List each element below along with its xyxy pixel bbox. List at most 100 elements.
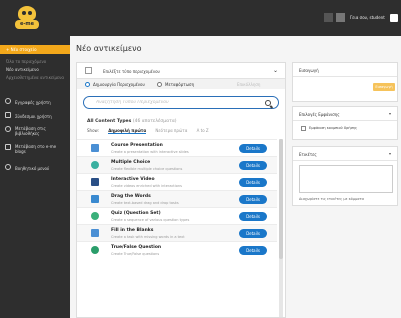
content-type-dropdown[interactable]: Επιλέξτε τύπο περιεχομένου ⌄ <box>77 63 285 79</box>
top-bar: e-me Γεια σου, student <box>0 0 401 36</box>
filter-popular[interactable]: Δημοφιλή πρώτα <box>108 128 147 134</box>
list-item[interactable]: Drag the Words Create text-based drag an… <box>77 190 277 207</box>
main-content: Νέο αντικείμενο Επιλέξτε τύπο περιεχομέν… <box>70 36 401 318</box>
sidebar-item-links[interactable]: Σύνδεσμοι χρήστη <box>15 114 65 119</box>
item-description: Create a sequence of various question ty… <box>111 218 190 222</box>
page-title: Νέο αντικείμενο <box>76 44 142 53</box>
multiple-choice-icon <box>91 161 99 169</box>
sidebar-new-item[interactable]: + Νέο στοιχείο <box>0 45 70 54</box>
divider <box>293 120 397 121</box>
content-types-count: (46 αποτελέσματα) <box>132 119 177 124</box>
grid-icon[interactable] <box>324 13 333 22</box>
logo-mascot-icon <box>18 6 36 21</box>
divider <box>293 160 397 161</box>
mode-radio-group: Δημιουργία Περιεχομένου Μεταφόρτωση Επικ… <box>77 79 285 89</box>
display-use-label: Εμφάνιση κουμπιού Χρήσης <box>309 126 358 130</box>
e-me-logo[interactable]: e-me <box>12 6 42 30</box>
item-title: Course Presentation <box>111 143 163 148</box>
scroll-thumb[interactable] <box>279 139 283 259</box>
details-button[interactable]: Details <box>239 178 267 187</box>
info-icon <box>5 98 11 104</box>
presentation-icon <box>91 144 99 152</box>
list-item[interactable]: Course Presentation Create a presentatio… <box>77 139 277 156</box>
video-icon <box>91 178 99 186</box>
details-button[interactable]: Details <box>239 195 267 204</box>
item-title: Drag the Words <box>111 194 151 199</box>
radio-upload[interactable] <box>157 82 162 87</box>
true-false-icon <box>91 246 99 254</box>
chevron-down-icon[interactable]: ▾ <box>389 111 391 116</box>
item-description: Create a presentation with interactive s… <box>111 150 189 154</box>
filter-newest[interactable]: Νεότερα πρώτα <box>155 128 187 133</box>
tags-textarea[interactable] <box>299 165 393 193</box>
tags-hint: Διαχωρίστε τις ετικέτες με κόμματα <box>299 197 364 201</box>
user-avatar-icon[interactable] <box>390 14 398 22</box>
item-title: Fill in the Blanks <box>111 228 154 233</box>
insert-button[interactable]: Εισαγωγή <box>373 83 395 91</box>
sidebar-item-help[interactable]: Βοηθητικό μενού <box>15 166 65 171</box>
content-type-label: Επιλέξτε τύπο περιεχομένου <box>103 69 160 74</box>
details-button[interactable]: Details <box>239 144 267 153</box>
content-types-heading: All Content Types (46 αποτελέσματα) <box>87 119 177 124</box>
library-icon <box>5 126 11 132</box>
list-item[interactable]: Quiz (Question Set) Create a sequence of… <box>77 207 277 224</box>
radio-paste-label[interactable]: Επικόλληση <box>237 82 260 87</box>
logo-eye-left <box>22 11 26 15</box>
sidebar: + Νέο στοιχείο Όλο το περιεχόμενο Νέο αν… <box>0 36 70 318</box>
list-item[interactable]: Fill in the Blanks Create a task with mi… <box>77 224 277 241</box>
item-title: True/False Question <box>111 245 162 250</box>
list-item[interactable]: True/False Question Create True/False qu… <box>77 241 277 258</box>
display-use-checkbox[interactable] <box>301 126 306 131</box>
radio-create[interactable] <box>85 82 90 87</box>
logo-eye-right <box>28 11 32 15</box>
details-button[interactable]: Details <box>239 212 267 221</box>
insert-title: Εισαγωγή <box>299 68 319 73</box>
item-description: Create flexible multiple choice question… <box>111 167 183 171</box>
drag-words-icon <box>91 195 99 203</box>
tags-title: Ετικέτες <box>299 152 317 157</box>
item-description: Create a task with missing words in a te… <box>111 235 185 239</box>
notifications-icon[interactable] <box>336 13 345 22</box>
chevron-down-icon[interactable]: ▾ <box>389 151 391 156</box>
item-title: Multiple Choice <box>111 160 151 165</box>
chevron-down-icon: ⌄ <box>273 67 279 74</box>
fill-blanks-icon <box>91 229 99 237</box>
radio-create-label[interactable]: Δημιουργία Περιεχομένου <box>93 82 145 87</box>
search-box <box>83 96 279 109</box>
display-options-box: Επιλογές Εμφάνισης ▾ Εμφάνιση κουμπιού Χ… <box>292 106 398 140</box>
details-button[interactable]: Details <box>239 161 267 170</box>
sidebar-archived[interactable]: Αρχειοθετημένα αντικείμενα <box>6 75 64 80</box>
sidebar-all-content[interactable]: Όλο το περιεχόμενο <box>6 59 46 64</box>
details-button[interactable]: Details <box>239 229 267 238</box>
blog-icon <box>5 144 11 150</box>
search-icon[interactable] <box>265 100 271 106</box>
sort-filters: Show: Δημοφιλή πρώτα Νεότερα πρώτα A to … <box>87 128 217 134</box>
list-item[interactable]: Multiple Choice Create flexible multiple… <box>77 156 277 173</box>
item-description: Create videos enriched with interactions <box>111 184 182 188</box>
divider <box>293 76 397 77</box>
content-type-panel: Επιλέξτε τύπο περιεχομένου ⌄ Δημιουργία … <box>76 62 286 318</box>
item-title: Interactive Video <box>111 177 155 182</box>
sidebar-item-blogs[interactable]: Μετάβαση στο e-me blogs <box>15 144 65 154</box>
logo-text: e-me <box>15 20 39 29</box>
tags-box: Ετικέτες ▾ Διαχωρίστε τις ετικέτες με κό… <box>292 146 398 206</box>
quiz-icon <box>91 212 99 220</box>
search-input[interactable] <box>96 100 256 105</box>
insert-box: Εισαγωγή Εισαγωγή <box>292 62 398 102</box>
content-type-icon <box>85 67 92 74</box>
display-options-title: Επιλογές Εμφάνισης <box>299 112 340 117</box>
content-types-title: All Content Types <box>87 119 132 124</box>
sidebar-item-libraries[interactable]: Μετάβαση στις βιβλιοθήκες <box>15 126 65 136</box>
sidebar-new-object[interactable]: Νέο αντικείμενο <box>6 67 39 72</box>
details-button[interactable]: Details <box>239 246 267 255</box>
user-greeting[interactable]: Γεια σου, student <box>350 15 385 20</box>
item-description: Create True/False questions <box>111 252 160 256</box>
filter-a-to-z[interactable]: A to Z <box>197 128 209 133</box>
list-scrollbar[interactable] <box>279 139 283 317</box>
radio-upload-label[interactable]: Μεταφόρτωση <box>165 82 194 87</box>
help-icon <box>5 164 11 170</box>
item-title: Quiz (Question Set) <box>111 211 161 216</box>
filter-show-label: Show: <box>87 128 99 133</box>
list-item[interactable]: Interactive Video Create videos enriched… <box>77 173 277 190</box>
sidebar-item-registrations[interactable]: Εγγραφές χρήστη <box>15 100 65 105</box>
